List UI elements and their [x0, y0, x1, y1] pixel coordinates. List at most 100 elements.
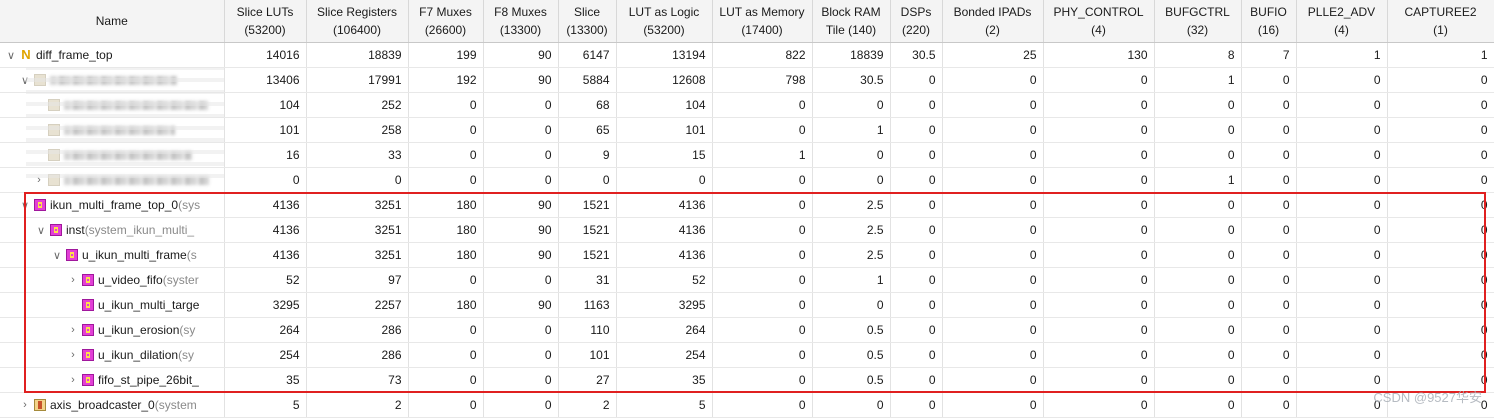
col-header-capturee2[interactable]: CAPTUREE2 (1): [1387, 0, 1494, 43]
value-cell: 0: [1043, 217, 1155, 243]
value-cell: 90: [483, 217, 559, 243]
value-cell: 90: [483, 67, 559, 93]
table-row[interactable]: › u_ikun_dilation (sy 254 286 0 0 101 254 0 0.5 0 0…: [0, 342, 1494, 368]
expand-chevron-icon[interactable]: ›: [66, 374, 80, 386]
col-header-f7-muxes[interactable]: F7 Muxes (26600): [408, 0, 484, 43]
collapse-chevron-icon[interactable]: ∨: [4, 49, 18, 62]
instance-source-suffix: (sys: [178, 198, 201, 212]
col-header-dsps[interactable]: DSPs (220): [890, 0, 943, 43]
value-cell: 254: [224, 342, 307, 368]
value-cell: 264: [616, 317, 713, 343]
col-header-name[interactable]: Name: [0, 0, 225, 43]
value-cell: 0: [483, 317, 559, 343]
hierarchy-name-cell[interactable]: › u_video_fifo (syster: [0, 267, 225, 293]
expand-chevron-icon[interactable]: ›: [18, 399, 32, 411]
table-row[interactable]: ∨ inst (system_ikun_multi_ 4136 3251 180 90 15…: [0, 217, 1494, 243]
value-cell: 90: [483, 192, 559, 218]
value-cell: 0: [942, 217, 1044, 243]
col-header-plle2-adv[interactable]: PLLE2_ADV (4): [1296, 0, 1388, 43]
col-header-slice-registers[interactable]: Slice Registers (106400): [306, 0, 409, 43]
col-header-slice[interactable]: Slice (13300): [558, 0, 617, 43]
col-header-f8-muxes[interactable]: F8 Muxes (13300): [483, 0, 559, 43]
table-row[interactable]: 16 33 0 0 9 15 1 0 0 0 0 0 0 0 0: [0, 142, 1494, 168]
value-cell: 254: [616, 342, 713, 368]
table-row[interactable]: ∨ 13406 17991 192 90 5884 12608 798 30.5 0 0 0 1 0 0 0: [0, 67, 1494, 93]
col-header-slice-luts[interactable]: Slice LUTs (53200): [224, 0, 307, 43]
table-row[interactable]: 104 252 0 0 68 104 0 0 0 0 0 0 0 0 0: [0, 92, 1494, 118]
hierarchy-name-cell[interactable]: ∨ u_ikun_multi_frame (s: [0, 242, 225, 268]
hierarchy-name-cell[interactable]: ∨ inst (system_ikun_multi_: [0, 217, 225, 243]
collapse-chevron-icon[interactable]: ∨: [34, 224, 48, 237]
value-cell: 25: [942, 42, 1044, 68]
value-cell: 0: [1241, 117, 1297, 143]
collapse-chevron-icon[interactable]: ∨: [18, 199, 32, 212]
value-cell: 0: [408, 117, 484, 143]
table-row[interactable]: 101 258 0 0 65 101 0 1 0 0 0 0 0 0 0: [0, 117, 1494, 143]
col-header-phy-control[interactable]: PHY_CONTROL (4): [1043, 0, 1155, 43]
table-row[interactable]: ∨ ikun_multi_frame_top_0 (sys 4136 3251 180 9…: [0, 192, 1494, 218]
value-cell: 0.5: [812, 342, 891, 368]
value-cell: 1163: [558, 292, 617, 318]
hierarchy-name-cell[interactable]: › fifo_st_pipe_26bit_: [0, 367, 225, 393]
expand-chevron-icon[interactable]: ›: [66, 324, 80, 336]
value-cell: 0: [1387, 242, 1494, 268]
hierarchy-name-cell[interactable]: ∨: [0, 67, 225, 93]
value-cell: 0: [1154, 92, 1242, 118]
table-row[interactable]: ∨ Ndiff_frame_top 14016 18839 199 90 6147 13194…: [0, 42, 1494, 68]
value-cell: 0: [942, 67, 1044, 93]
table-row[interactable]: › u_video_fifo (syster 52 97 0 0 31 52 0 1 0 0 0 0 0 0 0: [0, 267, 1494, 293]
value-cell: 35: [616, 367, 713, 393]
table-row[interactable]: › 0 0 0 0 0 0 0 0 0 0 0 1 0 0 0: [0, 167, 1494, 193]
collapse-chevron-icon[interactable]: ∨: [50, 249, 64, 262]
value-cell: 101: [558, 342, 617, 368]
value-cell: 0: [1296, 242, 1388, 268]
value-cell: 68: [558, 92, 617, 118]
value-cell: 0: [483, 342, 559, 368]
table-body: ∨ Ndiff_frame_top 14016 18839 199 90 6147 13194…: [0, 42, 1494, 418]
value-cell: 0: [483, 142, 559, 168]
value-cell: 0: [890, 192, 943, 218]
value-cell: 822: [712, 42, 813, 68]
value-cell: 65: [558, 117, 617, 143]
value-cell: 52: [616, 267, 713, 293]
hierarchy-name-cell[interactable]: [0, 142, 225, 168]
hierarchy-name-cell[interactable]: [0, 92, 225, 118]
col-header-bufio[interactable]: BUFIO (16): [1241, 0, 1297, 43]
value-cell: 0: [483, 267, 559, 293]
col-header-lut-as-logic[interactable]: LUT as Logic (53200): [616, 0, 713, 43]
value-cell: 0: [890, 217, 943, 243]
value-cell: 4136: [224, 242, 307, 268]
hierarchy-name-cell[interactable]: ›: [0, 167, 225, 193]
expand-chevron-icon[interactable]: ›: [32, 174, 46, 186]
col-header-bufgctrl[interactable]: BUFGCTRL (32): [1154, 0, 1242, 43]
hierarchy-name-cell[interactable]: › u_ikun_erosion (sy: [0, 317, 225, 343]
hierarchy-name-cell[interactable]: ∨ ikun_multi_frame_top_0 (sys: [0, 192, 225, 218]
table-row[interactable]: › fifo_st_pipe_26bit_ 35 73 0 0 27 35 0 0.5 0 0 0 0 0 0…: [0, 367, 1494, 393]
table-row[interactable]: › u_ikun_erosion (sy 264 286 0 0 110 264 0 0.5 0 0 0…: [0, 317, 1494, 343]
instance-source-suffix: (syster: [162, 273, 199, 287]
collapse-chevron-icon[interactable]: ∨: [18, 74, 32, 87]
value-cell: 1521: [558, 217, 617, 243]
col-header-bonded-ipads[interactable]: Bonded IPADs (2): [942, 0, 1044, 43]
col-header-block-ram[interactable]: Block RAM Tile (140): [812, 0, 891, 43]
hierarchy-name-cell[interactable]: u_ikun_multi_targe: [0, 292, 225, 318]
value-cell: 0: [1387, 342, 1494, 368]
value-cell: 0: [408, 267, 484, 293]
value-cell: 0: [1387, 167, 1494, 193]
value-cell: 0: [712, 242, 813, 268]
hierarchy-name-cell[interactable]: [0, 117, 225, 143]
value-cell: 12608: [616, 67, 713, 93]
value-cell: 0: [1241, 142, 1297, 168]
table-row[interactable]: u_ikun_multi_targe 3295 2257 180 90 1163 3295 0…: [0, 292, 1494, 318]
value-cell: 0: [1043, 267, 1155, 293]
module-icon: [82, 299, 94, 311]
value-cell: 0: [1154, 367, 1242, 393]
value-cell: 104: [616, 92, 713, 118]
expand-chevron-icon[interactable]: ›: [66, 349, 80, 361]
expand-chevron-icon[interactable]: ›: [66, 274, 80, 286]
value-cell: 0: [408, 317, 484, 343]
hierarchy-name-cell[interactable]: ∨ Ndiff_frame_top: [0, 42, 225, 68]
col-header-lut-as-memory[interactable]: LUT as Memory (17400): [712, 0, 813, 43]
hierarchy-name-cell[interactable]: › u_ikun_dilation (sy: [0, 342, 225, 368]
table-row[interactable]: ∨ u_ikun_multi_frame (s 4136 3251 180 90 1521 4…: [0, 242, 1494, 268]
